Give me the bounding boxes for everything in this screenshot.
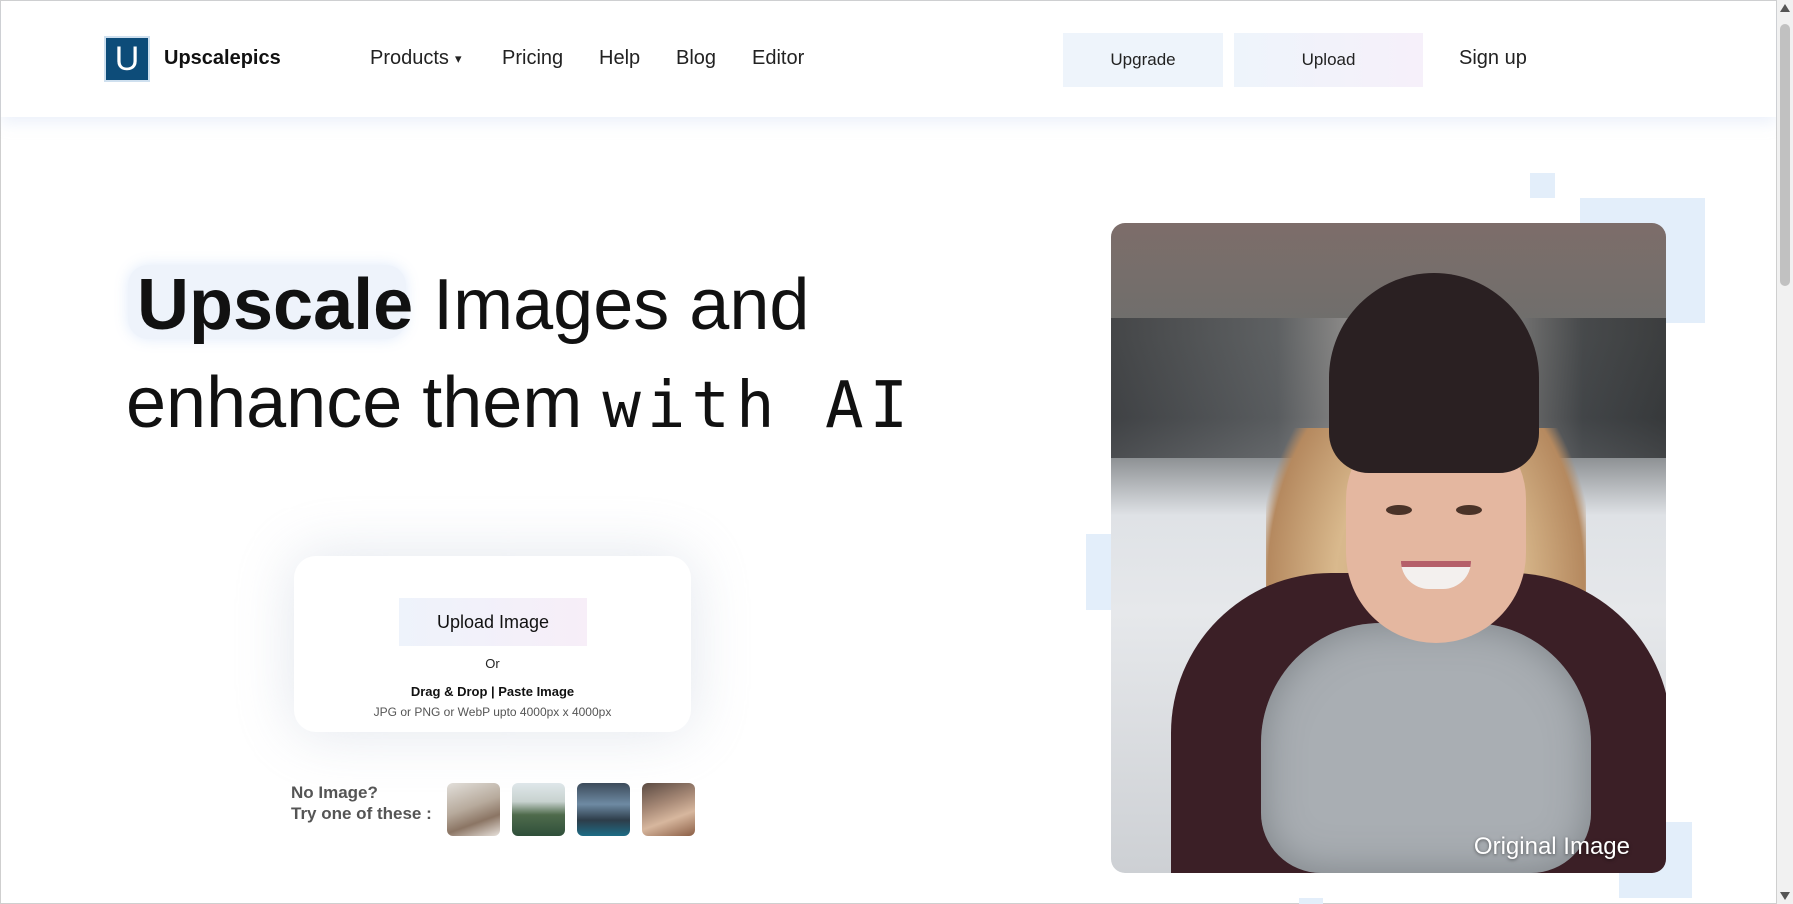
upload-button[interactable]: Upload <box>1234 33 1423 87</box>
nav-products-label: Products <box>370 47 449 69</box>
sample-image-laptop[interactable] <box>642 783 695 836</box>
upgrade-button[interactable]: Upgrade <box>1063 33 1223 87</box>
nav-pricing[interactable]: Pricing <box>502 47 563 70</box>
decorative-square <box>1086 534 1112 610</box>
decorative-square <box>1299 898 1323 904</box>
hero-title-line2-text: enhance them <box>126 363 603 443</box>
brand-name[interactable]: Upscalepics <box>164 47 281 70</box>
or-separator: Or <box>485 656 500 671</box>
photo-eye <box>1386 505 1412 515</box>
upload-dropzone[interactable]: Upload Image Or Drag & Drop | Paste Imag… <box>294 556 691 732</box>
hero-title-mono: with AI <box>602 369 915 443</box>
scroll-down-arrow-icon[interactable] <box>1780 892 1790 900</box>
photo-eye <box>1456 505 1482 515</box>
scrollbar[interactable] <box>1777 0 1793 904</box>
drag-drop-text: Drag & Drop | Paste Image <box>410 684 575 699</box>
site-header: U Upscalepics Products ▾ Pricing Help Blo… <box>1 1 1776 117</box>
chevron-down-icon: ▾ <box>454 51 462 66</box>
logo-icon[interactable]: U <box>104 36 150 82</box>
preview-image: Original Image <box>1111 223 1666 873</box>
nav-editor[interactable]: Editor <box>752 47 804 70</box>
sample-image-landscape[interactable] <box>512 783 565 836</box>
hero-title-line1: Upscale Images and <box>137 264 809 346</box>
photo-hat <box>1329 273 1539 473</box>
sample-prompt-line2: Try one of these : <box>291 804 432 823</box>
decorative-square <box>1530 173 1555 198</box>
signup-link[interactable]: Sign up <box>1459 47 1527 70</box>
hero-title-rest: Images and <box>413 265 810 345</box>
hero-title-bold: Upscale <box>137 265 414 345</box>
scroll-up-arrow-icon[interactable] <box>1780 4 1790 12</box>
hero-title-line2: enhance them with AI <box>126 362 914 444</box>
nav-products[interactable]: Products ▾ <box>370 47 461 70</box>
sample-prompt-line1: No Image? <box>291 783 378 802</box>
preview-label: Original Image <box>1473 833 1630 860</box>
sample-image-street[interactable] <box>577 783 630 836</box>
nav-blog[interactable]: Blog <box>676 47 716 70</box>
sample-image-cat[interactable] <box>447 783 500 836</box>
format-hint: JPG or PNG or WebP upto 4000px x 4000px <box>373 705 612 719</box>
sample-prompt: No Image? Try one of these : <box>291 782 432 824</box>
nav-help[interactable]: Help <box>599 47 640 70</box>
scrollbar-thumb[interactable] <box>1780 24 1790 286</box>
upload-image-button[interactable]: Upload Image <box>399 598 587 646</box>
